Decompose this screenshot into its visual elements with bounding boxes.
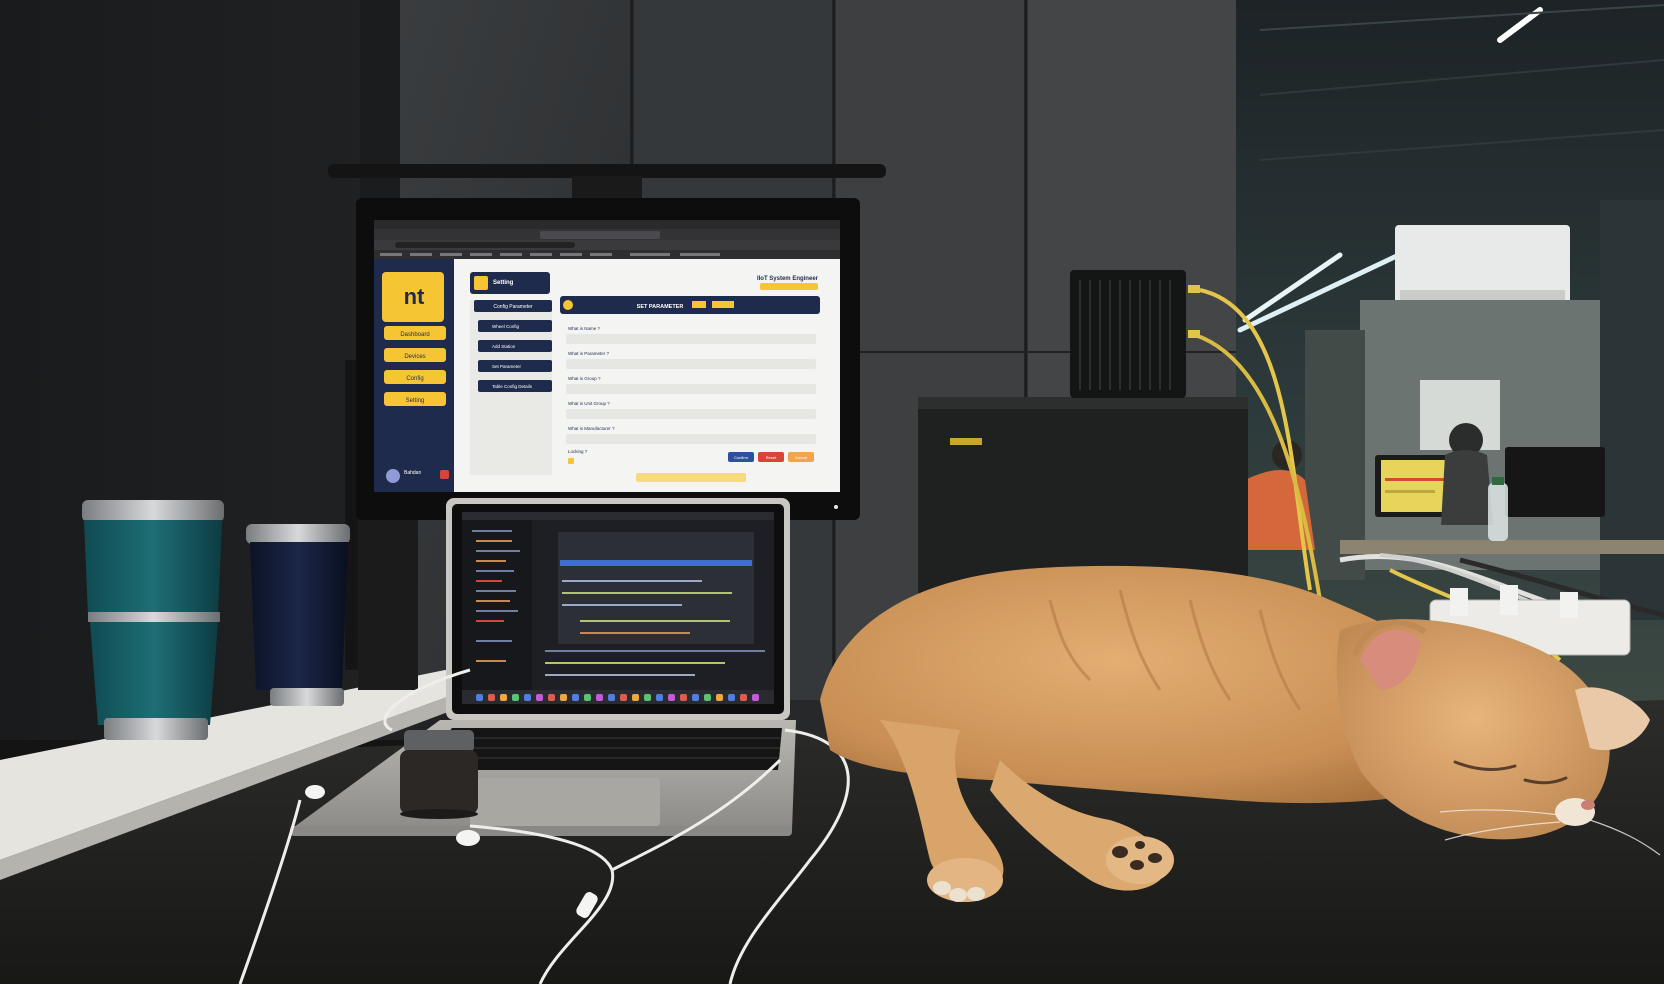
tab-config-parameter-label: Config Parameter xyxy=(493,304,533,310)
user-role: IIoT System Engineer xyxy=(757,276,819,282)
set-parameter-header xyxy=(560,296,820,314)
logout-icon[interactable] xyxy=(440,470,449,479)
user-name: Bahdan xyxy=(404,470,421,476)
external-monitor: nt Dashboard Devices Config Setting Bahd… xyxy=(356,198,860,520)
panel-header-text: SET PARAMETER xyxy=(637,304,684,310)
desk-photo-scene: nt Dashboard Devices Config Setting Bahd… xyxy=(0,0,1664,984)
label-unit-group: What is Unit Group ? xyxy=(568,401,610,406)
cancel-label: Cancel xyxy=(795,455,808,460)
menu-set-parameter-label: Set Parameter xyxy=(492,364,522,369)
app-logo-text: nt xyxy=(404,284,425,309)
nav-setting-label: Setting xyxy=(406,398,425,404)
group-input[interactable] xyxy=(566,384,816,394)
navy-tumbler xyxy=(246,524,350,706)
label-name: What is Name ? xyxy=(568,326,601,331)
manufacturer-input[interactable] xyxy=(566,434,816,444)
unit-group-input[interactable] xyxy=(566,409,816,419)
menu-table-config-label: Table Config Details xyxy=(492,384,533,389)
label-group: What is Group ? xyxy=(568,376,601,381)
parameter-input[interactable] xyxy=(566,359,816,369)
label-manufacturer: What is Manufacturer ? xyxy=(568,426,615,431)
notice-banner xyxy=(636,473,746,482)
locking-checkbox[interactable] xyxy=(568,458,574,464)
avatar[interactable] xyxy=(386,469,400,483)
label-locking: Locking ? xyxy=(568,449,588,454)
nav-config-label: Config xyxy=(406,376,423,382)
label-parameter: What is Parameter ? xyxy=(568,351,610,356)
teal-tumbler xyxy=(82,500,224,740)
menu-wheel-config-label: Wheel Config xyxy=(492,324,520,329)
reset-label: Reset xyxy=(766,455,777,460)
name-input[interactable] xyxy=(566,334,816,344)
page-title: Setting xyxy=(493,280,514,286)
nav-devices-label: Devices xyxy=(404,354,425,360)
nav-dashboard-label: Dashboard xyxy=(400,332,429,338)
menu-add-station-label: Add Station xyxy=(492,344,516,349)
glass-jar xyxy=(400,730,478,819)
confirm-label: Confirm xyxy=(734,455,749,460)
